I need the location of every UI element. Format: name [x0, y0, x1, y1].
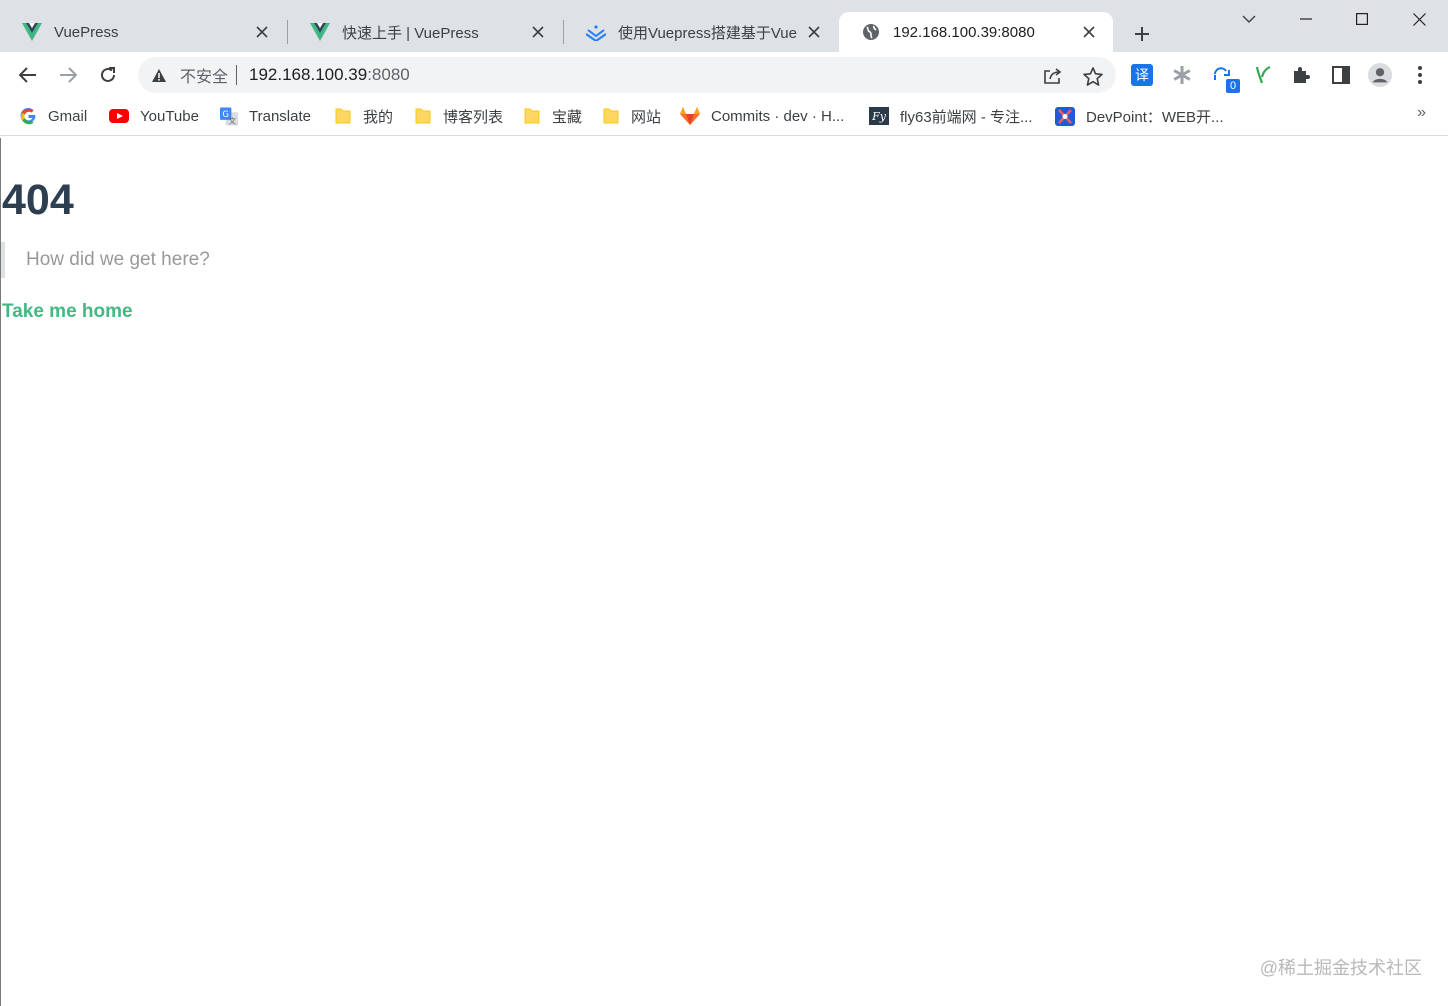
bookmark-label: 宝藏: [552, 108, 583, 126]
minimize-icon: [1300, 18, 1312, 20]
folder-icon: [334, 107, 352, 125]
tab-title: 快速上手 | VuePress: [342, 24, 479, 42]
juejin-logo-icon: [586, 22, 606, 42]
warning-icon[interactable]: [150, 66, 168, 84]
close-icon[interactable]: [1079, 22, 1099, 42]
bookmark-folder-sites[interactable]: 网站: [602, 105, 661, 127]
security-label[interactable]: 不安全: [180, 63, 228, 87]
devpoint-icon: [1055, 106, 1075, 126]
globe-icon: [861, 22, 881, 42]
bookmark-label: YouTube: [140, 107, 199, 125]
plus-icon: [1135, 27, 1149, 41]
tab-local-server[interactable]: 192.168.100.39:8080: [839, 12, 1113, 52]
maximize-icon: [1356, 13, 1368, 25]
arrow-left-icon: [19, 67, 36, 83]
bookmark-fly63[interactable]: Fy fly63前端网 - 专注...: [869, 105, 1033, 127]
close-icon: [1412, 12, 1426, 26]
chevron-down-icon: [1242, 15, 1256, 23]
bookmark-label: Commits · dev · H...: [711, 107, 845, 125]
bookmark-folder-mine[interactable]: 我的: [334, 105, 393, 127]
tab-search-button[interactable]: [1233, 4, 1265, 34]
menu-kebab-icon[interactable]: [1408, 63, 1432, 87]
take-me-home-link[interactable]: Take me home: [2, 301, 133, 323]
translate-extension-button[interactable]: 译: [1130, 63, 1154, 87]
folder-icon: [414, 107, 432, 125]
bookmark-translate[interactable]: G文 Translate: [220, 105, 311, 127]
tab-quick-start[interactable]: 快速上手 | VuePress: [288, 12, 562, 52]
message-text: How did we get here?: [26, 249, 210, 270]
avatar-icon: [1368, 63, 1392, 87]
tab-title: VuePress: [54, 23, 119, 41]
svg-text:Fy: Fy: [871, 110, 887, 123]
close-icon[interactable]: [528, 22, 548, 42]
bookmark-youtube[interactable]: YouTube: [109, 105, 199, 127]
bookmark-folder-blogs[interactable]: 博客列表: [414, 105, 503, 127]
google-translate-icon: G文: [220, 107, 238, 125]
url-port[interactable]: :8080: [367, 65, 410, 85]
maximize-button[interactable]: [1346, 4, 1378, 34]
reload-icon: [101, 67, 115, 82]
close-icon[interactable]: [252, 22, 272, 42]
folder-icon: [602, 107, 620, 125]
sync-extension-button[interactable]: 0: [1210, 63, 1240, 93]
bookmark-label: fly63前端网 - 专注...: [900, 108, 1033, 126]
side-panel-icon[interactable]: [1329, 63, 1353, 87]
translate-extension-icon: 译: [1131, 64, 1153, 86]
browser-toolbar: 不安全 192.168.100.39:8080 译 0: [0, 52, 1448, 98]
forward-button[interactable]: [53, 60, 83, 90]
bookmark-label: Gmail: [48, 107, 88, 125]
asterisk-extension-icon[interactable]: [1170, 63, 1194, 87]
extension-badge: 0: [1226, 79, 1240, 93]
extensions-puzzle-icon[interactable]: [1289, 63, 1313, 87]
window-close-button[interactable]: [1403, 4, 1435, 34]
vue-logo-icon: [310, 22, 330, 42]
fly63-icon: Fy: [869, 107, 889, 125]
profile-avatar[interactable]: [1368, 63, 1392, 87]
bookmark-gmail[interactable]: Gmail: [19, 105, 87, 127]
not-found-message: How did we get here?: [1, 242, 210, 278]
vue-logo-icon: [22, 22, 42, 42]
share-icon[interactable]: [1042, 65, 1064, 87]
bookmarks-bar: Gmail YouTube G文 Translate 我的 博客列表 宝藏 网站…: [0, 98, 1448, 136]
bookmark-label: 我的: [363, 108, 394, 126]
gitlab-icon: [680, 107, 700, 125]
bookmarks-overflow-button[interactable]: »: [1417, 104, 1426, 122]
tab-strip: VuePress 快速上手 | VuePress 使用Vuepress搭建基于V…: [0, 0, 1448, 52]
bookmark-label: DevPoint：WEB开...: [1086, 108, 1224, 126]
minimize-button[interactable]: [1290, 4, 1322, 34]
bookmark-label: Translate: [249, 107, 311, 125]
tab-juejin-article[interactable]: 使用Vuepress搭建基于Vue 3: [564, 12, 838, 52]
divider: [236, 65, 238, 85]
bookmark-gitlab-commits[interactable]: Commits · dev · H...: [680, 105, 844, 127]
tab-title: 192.168.100.39:8080: [893, 23, 1035, 41]
svg-text:文: 文: [229, 115, 237, 125]
google-icon: [19, 107, 37, 125]
bookmark-folder-treasure[interactable]: 宝藏: [523, 105, 582, 127]
address-bar[interactable]: 不安全 192.168.100.39:8080: [138, 57, 1116, 93]
leaf-extension-icon[interactable]: [1250, 63, 1274, 87]
arrow-right-icon: [60, 67, 77, 83]
folder-icon: [523, 107, 541, 125]
url-host[interactable]: 192.168.100.39: [249, 65, 367, 85]
close-icon[interactable]: [804, 22, 824, 42]
youtube-icon: [109, 107, 129, 125]
bookmark-devpoint[interactable]: DevPoint：WEB开...: [1055, 105, 1224, 127]
back-button[interactable]: [13, 60, 43, 90]
tab-vuepress[interactable]: VuePress: [0, 12, 286, 52]
bookmark-label: 网站: [631, 108, 662, 126]
page-content: 404 How did we get here? Take me home @稀…: [0, 138, 1448, 1006]
tab-title: 使用Vuepress搭建基于Vue 3: [618, 24, 798, 42]
page-title: 404: [2, 176, 74, 224]
bookmark-star-icon[interactable]: [1082, 65, 1104, 87]
reload-button[interactable]: [93, 60, 123, 90]
bookmark-label: 博客列表: [443, 108, 504, 126]
new-tab-button[interactable]: [1128, 20, 1156, 48]
watermark: @稀土掘金技术社区: [1259, 958, 1422, 978]
